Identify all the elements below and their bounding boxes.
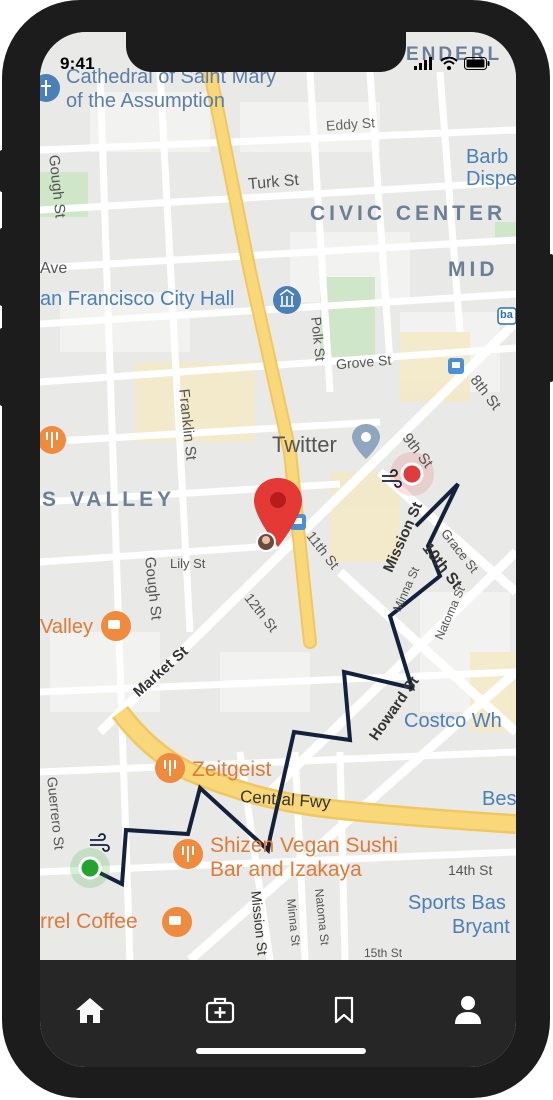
home-icon (76, 998, 104, 1023)
transit-icon (448, 358, 464, 374)
notch (126, 32, 406, 72)
power-button (549, 254, 553, 382)
map-label: Ave (40, 260, 68, 277)
status-time: 9:41 (60, 54, 95, 73)
map-label: MID (448, 258, 499, 281)
wifi-icon (440, 57, 458, 70)
map-label: of the Assumption (66, 90, 225, 112)
tab-home[interactable] (70, 990, 110, 1030)
map-label: Shizen Vegan Sushi (210, 834, 398, 857)
status-icons (414, 57, 490, 70)
cafe-icon (101, 611, 131, 641)
phone-frame: Cathedral of Saint Mary of the Assumptio… (2, 0, 550, 1098)
restaurant-icon (173, 839, 203, 869)
signal-icon (414, 57, 432, 70)
map-label: Sports Bas (408, 892, 506, 914)
map-label: Valley (40, 616, 93, 638)
map-label: Zeitgeist (192, 758, 272, 781)
map-label: Bes (482, 788, 516, 810)
tab-bar (40, 960, 516, 1067)
map-label: rrel Coffee (40, 910, 138, 933)
map-label: Bar and Izakaya (210, 858, 362, 881)
home-indicator (196, 1048, 366, 1054)
map-label: CIVIC CENTER (310, 202, 507, 225)
tab-saved[interactable] (324, 990, 364, 1030)
map-label: 15th St (364, 946, 403, 960)
map-label: Eddy St (325, 114, 376, 134)
restaurant-icon (155, 753, 185, 783)
start-marker (70, 848, 110, 888)
map-label: S VALLEY (42, 488, 176, 511)
map-label: an Francisco City Hall (40, 288, 235, 310)
map-label: Costco Wh (404, 710, 502, 732)
volume-down-button (0, 328, 4, 406)
tab-profile[interactable] (448, 990, 488, 1030)
screen: Cathedral of Saint Mary of the Assumptio… (40, 32, 516, 1067)
bookmark-icon (334, 996, 354, 1024)
landmark-icon (273, 286, 301, 314)
map-label: Twitter (272, 432, 337, 457)
user-icon (455, 996, 481, 1024)
map-label: 14th St (448, 862, 493, 878)
medical-kit-icon (205, 997, 235, 1024)
map-label: Lily St (170, 556, 206, 571)
cafe-icon (162, 907, 192, 937)
tab-medical[interactable] (200, 990, 240, 1030)
mute-switch (0, 150, 4, 192)
map-label: Bryant (452, 916, 510, 938)
battery-icon (464, 57, 490, 70)
map-label: Barb (466, 146, 509, 168)
map-label: Dispe (466, 168, 516, 190)
map-label: ba (500, 309, 513, 321)
volume-up-button (0, 228, 4, 306)
avatar (256, 532, 276, 552)
